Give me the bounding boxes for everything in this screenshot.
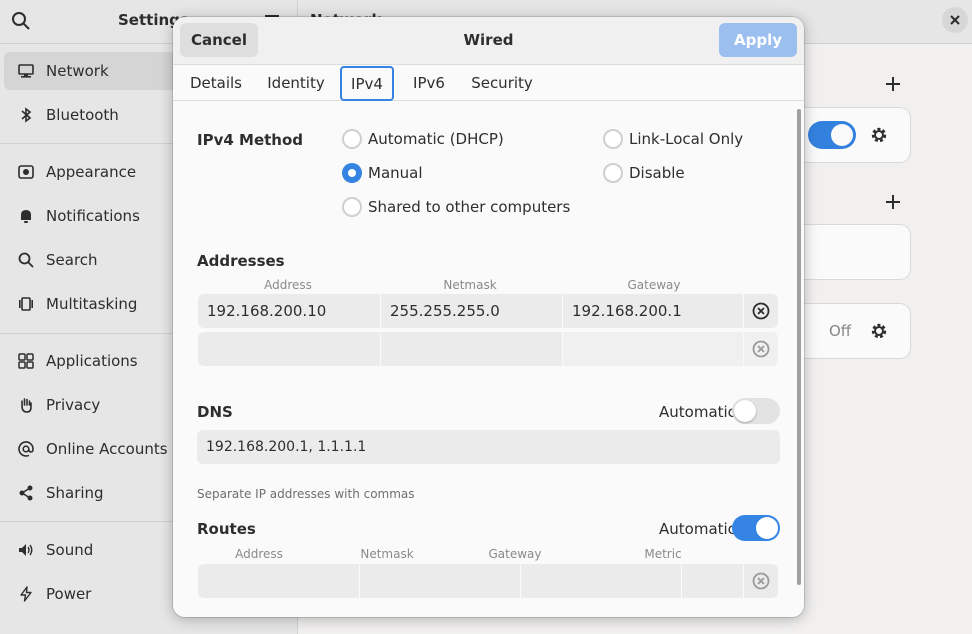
column-header-netmask: Netmask — [443, 278, 497, 292]
ipv4-method-label: IPv4 Method — [197, 131, 304, 149]
address-row: 192.168.200.10 255.255.255.0 192.168.200… — [198, 294, 778, 328]
remove-circle-icon — [752, 302, 770, 320]
radio-indicator — [342, 129, 362, 149]
dns-label: DNS — [197, 403, 233, 421]
gateway-input[interactable] — [563, 332, 744, 366]
remove-route-button[interactable] — [744, 564, 778, 598]
radio-disable[interactable]: Disable — [603, 163, 685, 183]
routes-automatic-label: Automatic — [659, 520, 736, 538]
route-address-input[interactable] — [198, 564, 360, 598]
tab-identity[interactable]: Identity — [261, 65, 331, 101]
column-header-gateway: Gateway — [488, 547, 542, 561]
column-header-metric: Metric — [644, 547, 682, 561]
routes-automatic-toggle[interactable] — [732, 515, 780, 541]
address-row — [198, 332, 778, 366]
wired-settings-dialog: Wired Cancel Apply Details Identity IPv4… — [173, 17, 804, 617]
radio-indicator — [603, 163, 623, 183]
remove-address-button[interactable] — [744, 332, 778, 366]
tab-bar: Details Identity IPv4 IPv6 Security — [173, 64, 804, 101]
route-row — [198, 564, 778, 598]
addresses-label: Addresses — [197, 252, 285, 270]
radio-label: Manual — [368, 164, 423, 182]
address-input[interactable] — [198, 332, 381, 366]
scrollbar[interactable] — [797, 109, 801, 585]
radio-indicator — [603, 129, 623, 149]
tab-security[interactable]: Security — [467, 65, 537, 101]
gateway-input[interactable]: 192.168.200.1 — [563, 294, 744, 328]
radio-label: Shared to other computers — [368, 198, 571, 216]
dialog-header: Wired Cancel Apply — [173, 17, 804, 64]
remove-circle-icon — [752, 572, 770, 590]
route-metric-input[interactable] — [682, 564, 744, 598]
dns-automatic-label: Automatic — [659, 403, 736, 421]
column-header-address: Address — [235, 547, 283, 561]
route-gateway-input[interactable] — [521, 564, 682, 598]
remove-circle-icon — [752, 340, 770, 358]
dns-input[interactable]: 192.168.200.1, 1.1.1.1 — [197, 430, 780, 464]
radio-label: Automatic (DHCP) — [368, 130, 504, 148]
route-netmask-input[interactable] — [360, 564, 521, 598]
tab-details[interactable]: Details — [183, 65, 249, 101]
radio-indicator-selected — [342, 163, 362, 183]
radio-manual[interactable]: Manual — [342, 163, 423, 183]
remove-address-button[interactable] — [744, 294, 778, 328]
dns-automatic-toggle[interactable] — [732, 398, 780, 424]
tab-ipv4[interactable]: IPv4 — [340, 66, 394, 101]
column-header-netmask: Netmask — [360, 547, 414, 561]
radio-link-local-only[interactable]: Link-Local Only — [603, 129, 743, 149]
radio-label: Disable — [629, 164, 685, 182]
radio-automatic-dhcp[interactable]: Automatic (DHCP) — [342, 129, 504, 149]
netmask-input[interactable] — [381, 332, 563, 366]
netmask-input[interactable]: 255.255.255.0 — [381, 294, 563, 328]
dialog-title: Wired — [463, 31, 514, 49]
apply-button[interactable]: Apply — [719, 23, 797, 57]
tab-ipv6[interactable]: IPv6 — [405, 65, 453, 101]
address-input[interactable]: 192.168.200.10 — [198, 294, 381, 328]
radio-shared[interactable]: Shared to other computers — [342, 197, 570, 217]
cancel-button[interactable]: Cancel — [180, 23, 258, 57]
dns-hint: Separate IP addresses with commas — [197, 487, 415, 501]
radio-indicator — [342, 197, 362, 217]
radio-label: Link-Local Only — [629, 130, 744, 148]
routes-label: Routes — [197, 520, 256, 538]
column-header-address: Address — [264, 278, 312, 292]
column-header-gateway: Gateway — [627, 278, 681, 292]
